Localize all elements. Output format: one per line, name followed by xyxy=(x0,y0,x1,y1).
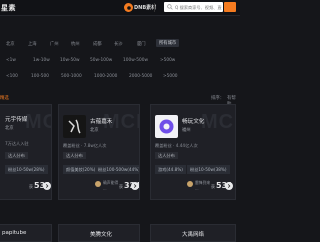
metric-tag[interactable]: 游戏(44.8%) xyxy=(155,165,186,174)
watermark: MCN xyxy=(201,111,235,133)
filter-city-all[interactable]: 所有城市 xyxy=(156,39,180,47)
search-button[interactable] xyxy=(224,2,236,12)
filter-row-cities: 北京 上海 广州 杭州 成都 长沙 厦门 所有城市 xyxy=(0,39,240,50)
company-card[interactable]: MCN 元宇传媒 北京 7万达人入驻 达人分布 粉丝10-50w(28%) 获5… xyxy=(0,104,52,200)
filter-followers-5[interactable]: 100w-500w xyxy=(123,58,148,63)
metric-tag[interactable]: 颜值美妆(20%) xyxy=(63,165,99,174)
company-location: 北京 xyxy=(5,126,14,131)
filter-row-videos: <100 100-500 500-1000 1000-2000 2000-500… xyxy=(0,73,240,83)
avatar xyxy=(155,115,178,138)
search-box[interactable] xyxy=(164,2,223,12)
distribution-badge: 达人分布 xyxy=(155,152,178,159)
company-name: 古蕴嘉禾 xyxy=(90,119,113,125)
arrow-icon[interactable] xyxy=(43,182,51,190)
filter-city-hangzhou[interactable]: 杭州 xyxy=(71,41,80,47)
filter-followers-1[interactable]: <1w xyxy=(6,58,16,63)
company-stat: 覆盖粉丝 · 4.44亿人次 xyxy=(155,143,198,148)
mini-meta: ... xyxy=(195,186,199,191)
filter-videos-6[interactable]: >5000 xyxy=(163,74,178,79)
search-input[interactable] xyxy=(175,2,222,12)
company-name: 元宇传媒 xyxy=(5,117,28,123)
company-stat: 覆盖粉丝 · 7.8w亿人次 xyxy=(63,143,107,148)
filter-city-beijing[interactable]: 北京 xyxy=(6,41,15,47)
section-title: 精选 xyxy=(0,96,9,101)
company-name: 美腾文化 xyxy=(90,232,113,238)
company-name: papitube xyxy=(2,230,27,236)
filter-city-changsha[interactable]: 长沙 xyxy=(114,41,123,47)
company-stat: 7万达人入驻 xyxy=(5,141,29,146)
company-name: 大禹网络 xyxy=(182,232,205,238)
filter-videos-4[interactable]: 1000-2000 xyxy=(94,74,117,79)
brand-text: 星素 xyxy=(1,4,16,12)
filter-city-xiamen[interactable]: 厦门 xyxy=(137,41,146,47)
avatar xyxy=(187,181,193,187)
metric-tag[interactable]: 粉丝10-50w(28%) xyxy=(5,165,48,174)
company-card[interactable]: MCN 畅玩文化 福州 覆盖粉丝 · 4.44亿人次 达人分布 游戏(44.8%… xyxy=(150,104,236,200)
company-card[interactable]: 大禹网络 xyxy=(150,224,236,242)
filter-followers-4[interactable]: 50w-100w xyxy=(90,58,112,63)
watermark: MCN xyxy=(25,111,51,133)
company-name: 畅玩文化 xyxy=(182,119,205,125)
brand-name[interactable]: DNB素材 xyxy=(134,4,156,11)
filter-videos-1[interactable]: <100 xyxy=(6,74,18,79)
filter-followers-2[interactable]: 1w-10w xyxy=(33,58,50,63)
metric-tag[interactable]: 粉丝10-50w(38%) xyxy=(187,165,230,174)
filter-city-shanghai[interactable]: 上海 xyxy=(28,41,37,47)
brand-logo[interactable] xyxy=(124,3,133,12)
avatar xyxy=(63,115,86,138)
filter-row-followers: <1w 1w-10w 10w-50w 50w-100w 100w-500w >5… xyxy=(0,57,240,67)
company-card[interactable]: papitube xyxy=(0,224,52,242)
divider xyxy=(154,3,155,12)
filter-videos-2[interactable]: 100-500 xyxy=(31,74,49,79)
mini-meta: ... xyxy=(103,186,107,191)
distribution-badge: 达人分布 xyxy=(5,152,28,159)
search-icon xyxy=(167,4,173,10)
avatar xyxy=(95,181,101,187)
filter-city-chengdu[interactable]: 成都 xyxy=(93,41,102,47)
filter-videos-3[interactable]: 500-1000 xyxy=(61,74,82,79)
sort-label: 排序： xyxy=(211,96,225,101)
metric-tag[interactable]: 粉丝100-500w(44%) xyxy=(95,165,139,174)
arrow-icon[interactable] xyxy=(131,182,139,190)
company-location: 福州 xyxy=(182,128,191,133)
top-bar: 星素 DNB素材 xyxy=(0,0,240,16)
filter-videos-5[interactable]: 2000-5000 xyxy=(129,74,152,79)
filter-city-guangzhou[interactable]: 广州 xyxy=(50,41,59,47)
company-location: 北京 xyxy=(90,128,99,133)
company-card[interactable]: 美腾文化 xyxy=(58,224,140,242)
company-card[interactable]: MCN 古蕴嘉禾 北京 覆盖粉丝 · 7.8w亿人次 达人分布 颜值美妆(20%… xyxy=(58,104,140,200)
filter-followers-3[interactable]: 10w-50w xyxy=(60,58,80,63)
distribution-badge: 达人分布 xyxy=(63,152,86,159)
arrow-icon[interactable] xyxy=(225,182,233,190)
filter-followers-6[interactable]: >500w xyxy=(160,58,175,63)
